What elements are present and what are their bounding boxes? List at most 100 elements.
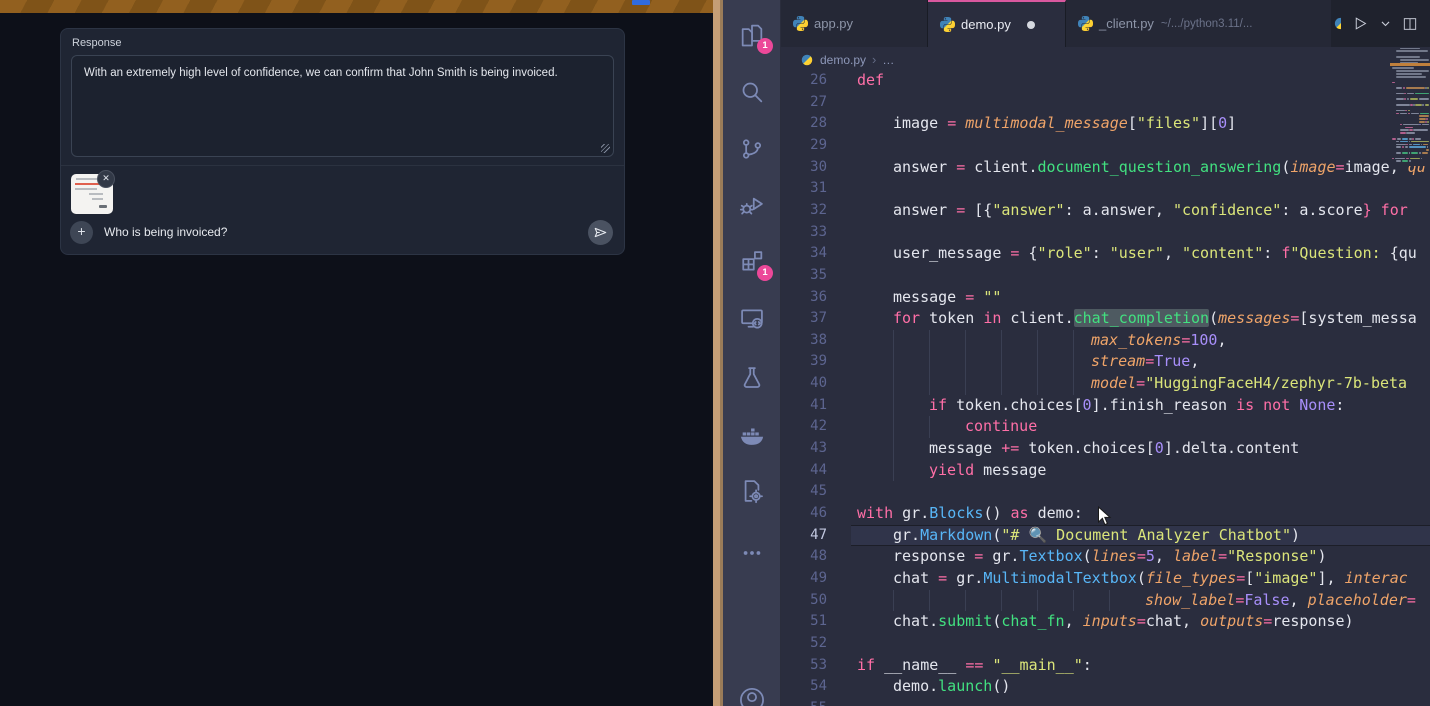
sidebar-item-explorer[interactable]: 1	[738, 21, 766, 49]
line-number[interactable]: 30	[781, 157, 827, 179]
account-button[interactable]	[738, 686, 766, 706]
minimap-line	[1427, 121, 1429, 123]
response-textarea[interactable]: With an extremely high level of confiden…	[71, 55, 614, 157]
line-number[interactable]: 38	[781, 330, 827, 352]
tab-bar: app.py demo.py _client.py ~/.../python3.…	[781, 0, 1430, 47]
add-file-button[interactable]: +	[70, 221, 93, 244]
sidebar-item-search[interactable]	[738, 78, 766, 106]
line-number[interactable]: 34	[781, 243, 827, 265]
code-line[interactable]: 55	[781, 698, 1430, 706]
code-line[interactable]: 31	[781, 178, 1430, 200]
code-line[interactable]: 40model="HuggingFaceH4/zephyr-7b-beta	[781, 373, 1430, 395]
code-line[interactable]: 51chat.submit(chat_fn, inputs=chat, outp…	[781, 611, 1430, 633]
code-line[interactable]: 35	[781, 265, 1430, 287]
code-line[interactable]: 41if token.choices[0].finish_reason is n…	[781, 395, 1430, 417]
code-line[interactable]: 29	[781, 135, 1430, 157]
code-line[interactable]: 48response = gr.Textbox(lines=5, label="…	[781, 546, 1430, 568]
line-number[interactable]: 47	[781, 525, 827, 547]
code-line[interactable]: 44yield message	[781, 460, 1430, 482]
minimap-line	[1419, 152, 1421, 154]
code-line[interactable]: 32answer = [{"answer": a.answer, "confid…	[781, 200, 1430, 222]
clipped-tab-icon	[1333, 16, 1341, 32]
code-line[interactable]: 33	[781, 222, 1430, 244]
line-number[interactable]: 42	[781, 416, 827, 438]
line-number[interactable]: 55	[781, 698, 827, 706]
sidebar-item-source-control[interactable]	[738, 135, 766, 163]
sidebar-item-testing[interactable]	[738, 364, 766, 392]
line-number[interactable]: 45	[781, 481, 827, 503]
line-number[interactable]: 50	[781, 590, 827, 612]
code-line[interactable]: 53if __name__ == "__main__":	[781, 655, 1430, 677]
send-icon	[593, 225, 608, 240]
code-line[interactable]: 28image = multimodal_message["files"][0]	[781, 113, 1430, 135]
minimap-line	[1405, 110, 1407, 112]
tab-demo-py[interactable]: demo.py	[928, 0, 1066, 47]
send-button[interactable]	[588, 220, 613, 245]
line-number[interactable]: 37	[781, 308, 827, 330]
more-views-button[interactable]	[738, 539, 766, 567]
minimap-line	[1413, 129, 1428, 131]
tab-client-py[interactable]: _client.py ~/.../python3.11/...	[1066, 0, 1352, 47]
line-number[interactable]: 41	[781, 395, 827, 417]
line-number[interactable]: 44	[781, 460, 827, 482]
line-number[interactable]: 31	[781, 178, 827, 200]
line-number[interactable]: 43	[781, 438, 827, 460]
minimap-line	[1396, 87, 1402, 89]
code-line[interactable]: 38max_tokens=100,	[781, 330, 1430, 352]
window-divider[interactable]	[713, 0, 723, 706]
python-icon	[800, 53, 814, 67]
code-line[interactable]: 30answer = client.document_question_answ…	[781, 157, 1430, 179]
code-layer[interactable]: 26def2728image = multimodal_message["fil…	[781, 0, 1430, 706]
code-line[interactable]: 39stream=True,	[781, 351, 1430, 373]
minimap-line	[1392, 138, 1396, 140]
code-line[interactable]: 34user_message = {"role": "user", "conte…	[781, 243, 1430, 265]
code-line[interactable]: 49chat = gr.MultimodalTextbox(file_types…	[781, 568, 1430, 590]
line-number[interactable]: 26	[781, 70, 827, 92]
line-number[interactable]: 27	[781, 92, 827, 114]
sidebar-item-run-debug[interactable]	[738, 191, 766, 219]
line-number[interactable]: 35	[781, 265, 827, 287]
run-dropdown-chevron-icon[interactable]	[1380, 18, 1391, 29]
code-line[interactable]: 27	[781, 92, 1430, 114]
code-line[interactable]: 52	[781, 633, 1430, 655]
sidebar-item-docker[interactable]	[738, 421, 766, 449]
run-python-file-button[interactable]	[1352, 15, 1369, 32]
sidebar-item-project-manager[interactable]	[738, 477, 766, 505]
line-number[interactable]: 39	[781, 351, 827, 373]
line-number[interactable]: 32	[781, 200, 827, 222]
line-number[interactable]: 33	[781, 222, 827, 244]
line-number[interactable]: 40	[781, 373, 827, 395]
code-line[interactable]: 43message += token.choices[0].delta.cont…	[781, 438, 1430, 460]
line-number[interactable]: 51	[781, 611, 827, 633]
modified-indicator[interactable]	[1027, 21, 1035, 29]
line-number[interactable]: 52	[781, 633, 827, 655]
minimap-line	[1402, 160, 1408, 162]
code-line[interactable]: 50show_label=False, placeholder=	[781, 590, 1430, 612]
resize-handle[interactable]	[601, 144, 610, 153]
indent-guide	[893, 590, 894, 612]
minimap-line	[1427, 146, 1429, 148]
breadcrumb-more[interactable]: …	[882, 53, 894, 67]
remove-attachment-button[interactable]: ✕	[97, 170, 115, 188]
sidebar-item-extensions[interactable]: 1	[738, 248, 766, 276]
line-number[interactable]: 54	[781, 676, 827, 698]
breadcrumb-file[interactable]: demo.py	[820, 53, 866, 67]
code-line[interactable]: 54demo.launch()	[781, 676, 1430, 698]
line-number[interactable]: 53	[781, 655, 827, 677]
code-line[interactable]: 36message = ""	[781, 287, 1430, 309]
line-number[interactable]: 49	[781, 568, 827, 590]
code-line[interactable]: 45	[781, 481, 1430, 503]
tab-app-py[interactable]: app.py	[781, 0, 928, 47]
code-line[interactable]: 42continue	[781, 416, 1430, 438]
sidebar-item-remote-explorer[interactable]	[738, 304, 766, 332]
prompt-input[interactable]: Who is being invoiced?	[104, 225, 227, 239]
code-line[interactable]: 26def	[781, 70, 1430, 92]
line-number[interactable]: 48	[781, 546, 827, 568]
code-line[interactable]: 37for token in client.chat_completion(me…	[781, 308, 1430, 330]
split-editor-button[interactable]	[1402, 16, 1418, 32]
line-number[interactable]: 29	[781, 135, 827, 157]
line-number[interactable]: 28	[781, 113, 827, 135]
indent-guide	[965, 590, 966, 612]
line-number[interactable]: 36	[781, 287, 827, 309]
line-number[interactable]: 46	[781, 503, 827, 525]
